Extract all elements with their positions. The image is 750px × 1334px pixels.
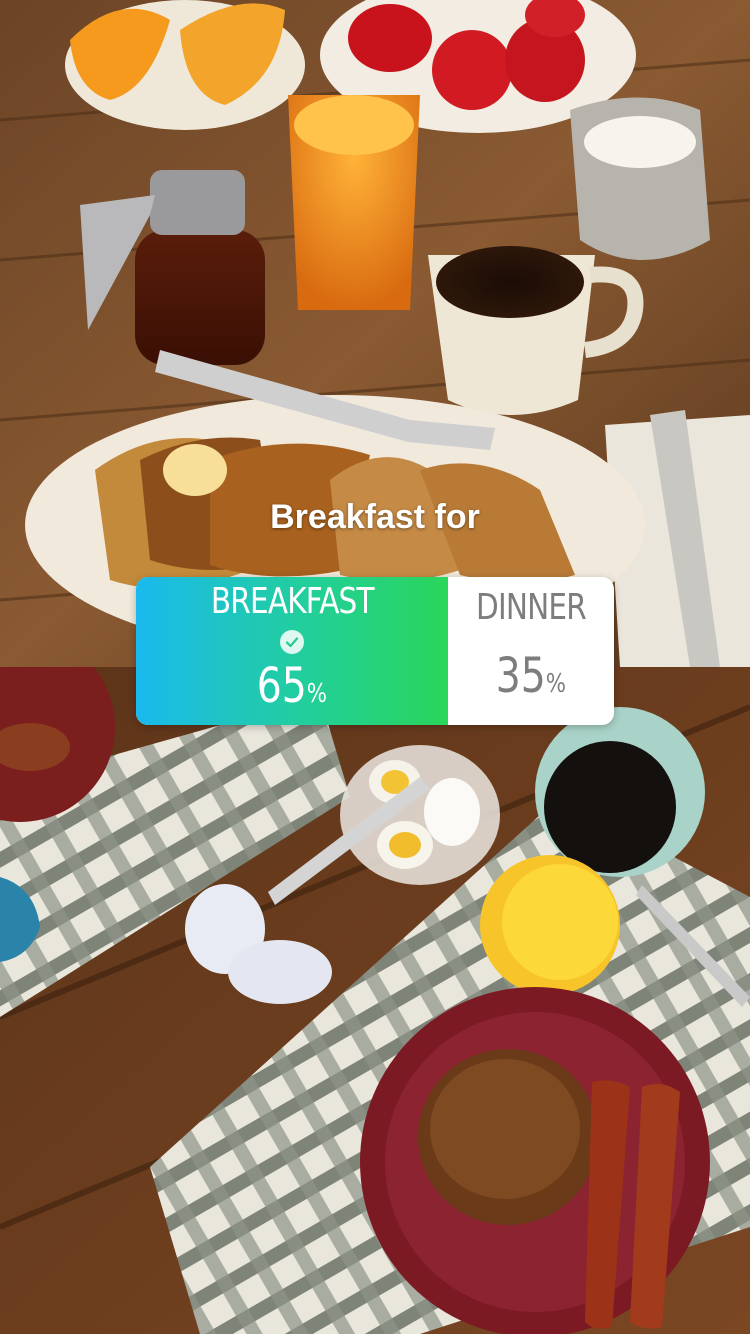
poll-option-breakfast[interactable]: BREAKFAST 65% (136, 577, 448, 725)
dinner-percent-value: 35 (495, 648, 546, 704)
french-toast-image (0, 0, 750, 667)
percent-sign: % (306, 679, 328, 709)
bottom-photo (0, 667, 750, 1334)
poll-question: Breakfast for (270, 498, 480, 536)
pancake-breakfast-image (0, 667, 750, 1334)
option-breakfast-label: BREAKFAST (210, 581, 375, 622)
check-circle-icon (280, 630, 304, 654)
breakfast-percent-value: 65 (256, 658, 307, 714)
percent-sign: % (545, 669, 567, 699)
option-breakfast-percent: 65% (257, 660, 327, 720)
option-dinner-label: DINNER (476, 587, 587, 628)
top-photo (0, 0, 750, 667)
option-dinner-percent: 35% (496, 650, 566, 710)
poll-option-dinner[interactable]: DINNER 35% (448, 577, 614, 725)
poll-sticker: BREAKFAST 65% DINNER 35% (136, 577, 614, 725)
